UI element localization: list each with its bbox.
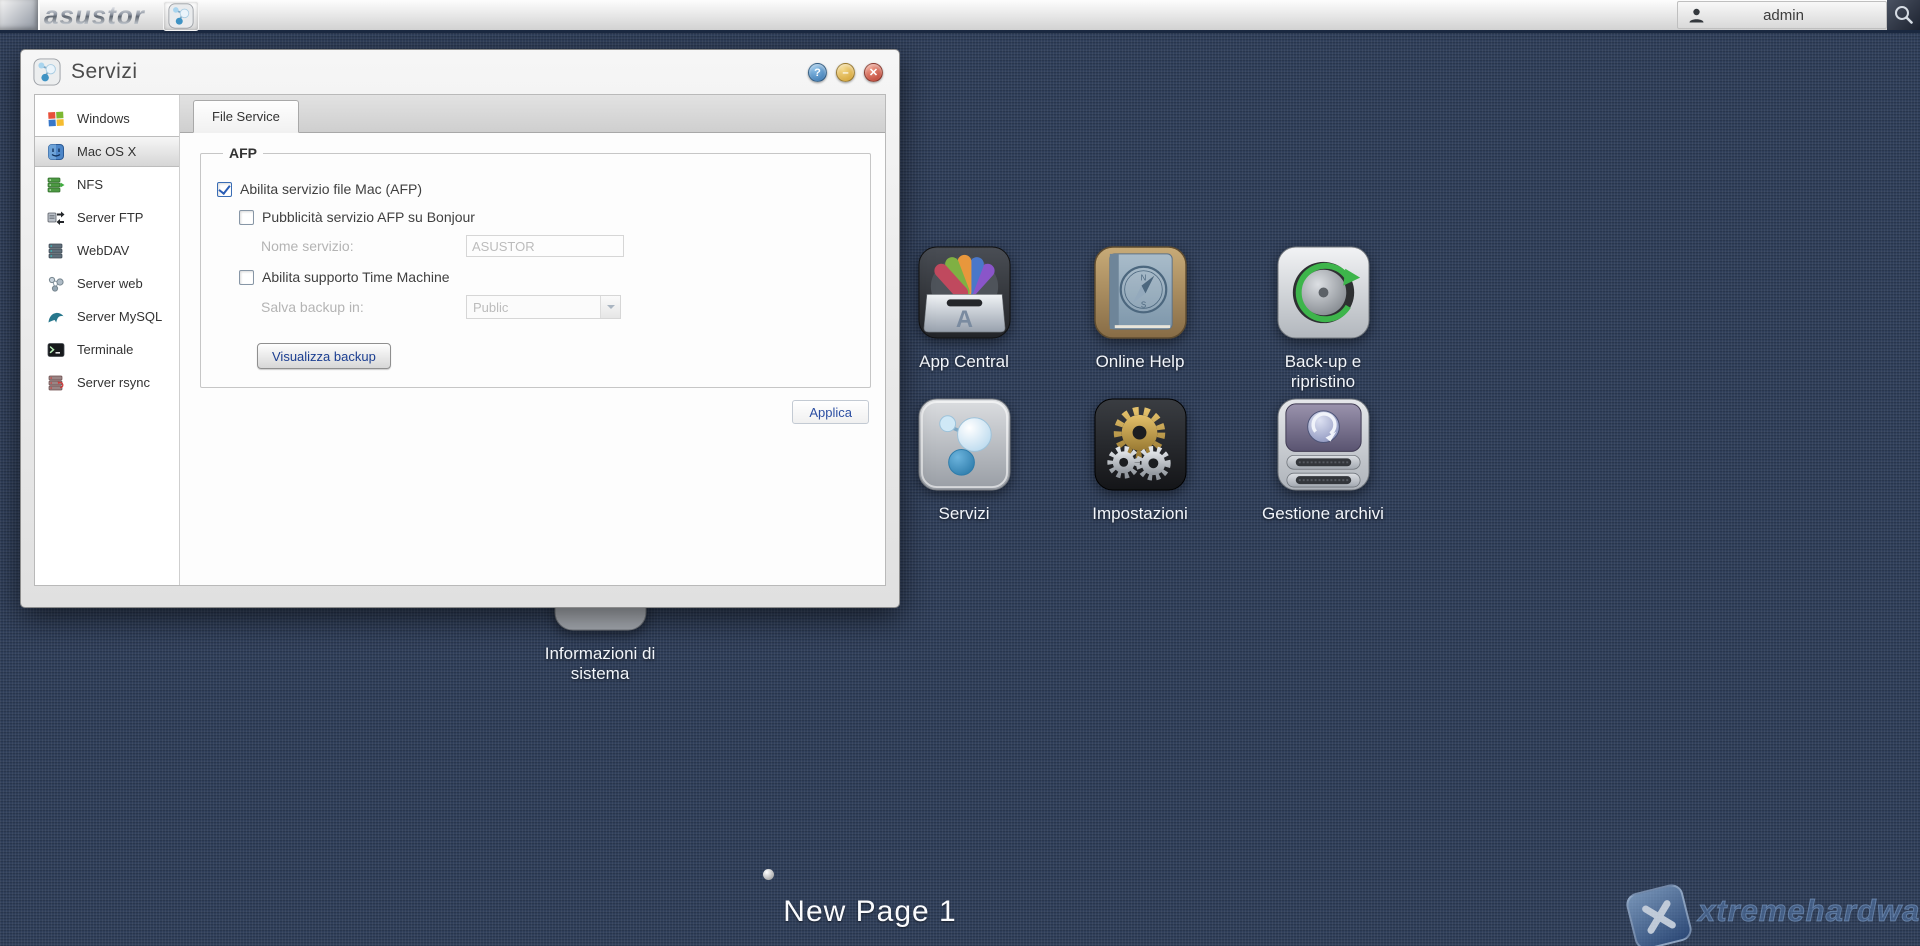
desktop-icon-servizi[interactable]: Servizi [884, 397, 1044, 524]
service-name-input [466, 235, 624, 257]
servizi-icon [917, 398, 1011, 491]
services-sidebar: Windows Mac OS X NFS Server FTP WebDAV S… [35, 95, 180, 585]
afp-fieldset: AFP Abilita servizio file Mac (AFP) Pubb… [200, 145, 871, 388]
desktop-icon-backup-restore[interactable]: Back-up e ripristino [1243, 245, 1403, 392]
show-desktop-button[interactable] [0, 0, 40, 30]
servizi-window-icon [33, 58, 61, 86]
bonjour-row: Pubblicità servizio AFP su Bonjour [239, 209, 854, 225]
terminal-icon [47, 342, 65, 357]
app-central-icon: A [917, 246, 1011, 339]
window-title: Servizi [71, 60, 138, 83]
page-indicator-dot[interactable] [763, 869, 774, 880]
help-button[interactable]: ? [808, 63, 827, 82]
window-controls: ? – ✕ [808, 63, 883, 82]
sidebar-item-webdav[interactable]: WebDAV [35, 235, 179, 266]
backup-target-value: Public [473, 299, 509, 315]
backup-target-label: Salva backup in: [261, 299, 364, 315]
backup-restore-icon [1276, 246, 1370, 339]
desktop: asustor admin A App Central N S Online H… [0, 0, 1920, 946]
desktop-icon-gestione-archivi[interactable]: Gestione archivi [1243, 397, 1403, 524]
search-icon [1894, 6, 1913, 24]
ftp-icon [47, 211, 65, 225]
file-service-panel: AFP Abilita servizio file Mac (AFP) Pubb… [180, 133, 885, 585]
web-server-icon [48, 276, 64, 292]
desktop-icon-label: Informazioni di sistema [544, 644, 656, 684]
afp-legend: AFP [229, 145, 257, 161]
tab-file-service[interactable]: File Service [193, 100, 299, 133]
online-help-icon: N S [1093, 246, 1187, 339]
desktop-icon-app-central[interactable]: A App Central [884, 245, 1044, 372]
desktop-icon-impostazioni[interactable]: Impostazioni [1060, 397, 1220, 524]
user-name: admin [1763, 6, 1804, 24]
sidebar-item-server-ftp[interactable]: Server FTP [35, 202, 179, 233]
minimize-button[interactable]: – [836, 63, 855, 82]
xtremehardware-logo-icon [1623, 881, 1695, 946]
content-area: File Service AFP Abilita servizio file M… [180, 95, 885, 585]
nfs-icon [47, 177, 65, 192]
chevron-down-icon [600, 296, 620, 318]
view-backup-button[interactable]: Visualizza backup [257, 343, 391, 369]
rsync-icon [48, 375, 64, 390]
mac-os-icon [48, 143, 64, 160]
taskbar-app-servizi[interactable] [163, 1, 199, 31]
webdav-icon [48, 243, 63, 258]
servizi-window: Servizi ? – ✕ Windows Mac OS X NFS Serve… [20, 49, 900, 608]
desktop-icon-label: Gestione archivi [1262, 504, 1384, 523]
sidebar-item-windows[interactable]: Windows [35, 103, 179, 134]
user-icon [1689, 8, 1704, 22]
desktop-icon-label: Servizi [938, 504, 990, 523]
desktop-icon-label: Online Help [1095, 352, 1185, 371]
desktop-icon-label: App Central [919, 352, 1009, 371]
windows-icon [48, 111, 64, 126]
sidebar-item-server-mysql[interactable]: Server MySQL [35, 301, 179, 332]
service-name-row: Nome servizio: [261, 235, 854, 257]
apply-row: Applica [200, 400, 869, 424]
page-title: New Page 1 [783, 895, 957, 928]
sidebar-item-terminale[interactable]: Terminale [35, 334, 179, 365]
sidebar-item-mac-os-x[interactable]: Mac OS X [35, 136, 179, 167]
backup-target-row: Salva backup in: Public [261, 295, 854, 319]
enable-afp-row: Abilita servizio file Mac (AFP) [217, 181, 854, 197]
sidebar-item-server-web[interactable]: Server web [35, 268, 179, 299]
enable-afp-label: Abilita servizio file Mac (AFP) [240, 181, 423, 197]
close-button[interactable]: ✕ [864, 63, 883, 82]
user-menu[interactable]: admin [1677, 1, 1887, 29]
backup-target-select: Public [466, 295, 621, 319]
time-machine-checkbox[interactable] [239, 269, 254, 285]
enable-afp-checkbox[interactable] [217, 181, 232, 197]
bonjour-checkbox[interactable] [239, 209, 254, 225]
desktop-icon-label: Back-up e ripristino [1284, 352, 1362, 392]
sidebar-item-server-rsync[interactable]: Server rsync [35, 367, 179, 398]
svg-text:S: S [1140, 300, 1145, 309]
taskbar: asustor admin [0, 0, 1920, 33]
gestione-archivi-icon [1276, 398, 1370, 491]
asustor-logo: asustor [44, 0, 145, 30]
svg-text:A: A [955, 306, 972, 333]
service-name-label: Nome servizio: [261, 238, 354, 254]
window-titlebar[interactable]: Servizi ? – ✕ [21, 50, 899, 94]
tab-strip: File Service [180, 95, 885, 133]
servizi-molecule-icon [168, 3, 194, 29]
desktop-icon-label: Impostazioni [1092, 504, 1188, 523]
time-machine-label: Abilita supporto Time Machine [262, 269, 450, 285]
search-button[interactable] [1887, 0, 1920, 30]
impostazioni-icon [1093, 398, 1187, 491]
desktop-icon-online-help[interactable]: N S Online Help [1060, 245, 1220, 372]
mysql-icon [48, 312, 64, 322]
time-machine-row: Abilita supporto Time Machine [239, 269, 854, 285]
watermark-text: xtremehardware.it [1697, 893, 1920, 929]
sidebar-item-nfs[interactable]: NFS [35, 169, 179, 200]
window-body: Windows Mac OS X NFS Server FTP WebDAV S… [34, 94, 886, 586]
svg-text:N: N [1140, 274, 1146, 283]
bonjour-label: Pubblicità servizio AFP su Bonjour [262, 209, 475, 225]
apply-button[interactable]: Applica [792, 400, 869, 424]
